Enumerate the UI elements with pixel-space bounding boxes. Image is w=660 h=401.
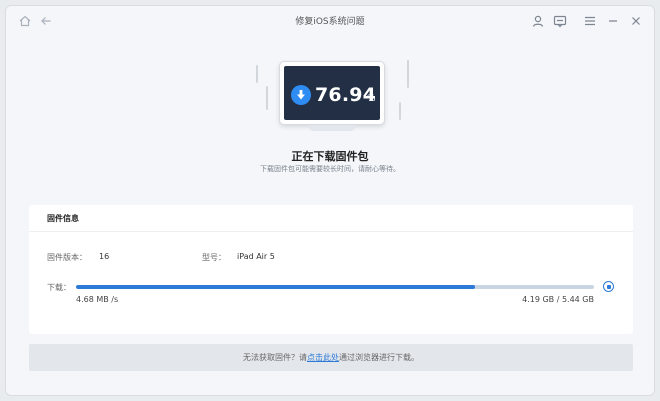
footer-prefix: 无法获取固件？请 bbox=[243, 353, 307, 362]
card-header: 固件信息 bbox=[29, 205, 633, 232]
status-subtitle: 下载固件包可能需要较长时间，请耐心等待。 bbox=[260, 165, 400, 173]
download-progress-track bbox=[76, 285, 594, 289]
stop-icon bbox=[606, 284, 611, 289]
pause-button[interactable] bbox=[603, 281, 614, 292]
title-bar: 修复iOS系统问题 bbox=[6, 6, 654, 36]
progress-monitor: 76.94 % bbox=[279, 61, 385, 131]
close-icon[interactable] bbox=[629, 14, 643, 28]
decorative-line bbox=[256, 65, 258, 83]
browser-download-link[interactable]: 点击此处 bbox=[307, 353, 339, 362]
model-value: iPad Air 5 bbox=[237, 252, 275, 261]
section-title: 固件信息 bbox=[47, 214, 79, 223]
minimize-icon[interactable] bbox=[606, 14, 620, 28]
feedback-icon[interactable] bbox=[553, 14, 567, 28]
footer-suffix: 通过浏览器进行下载。 bbox=[339, 353, 419, 362]
decorative-line bbox=[399, 102, 401, 120]
decorative-line bbox=[266, 86, 268, 110]
decorative-line bbox=[407, 60, 409, 88]
monitor-screen: 76.94 % bbox=[279, 61, 385, 125]
download-icon bbox=[291, 85, 311, 105]
download-size: 4.19 GB / 5.44 GB bbox=[522, 295, 594, 304]
firmware-version-label: 固件版本： bbox=[47, 253, 87, 262]
download-speed: 4.68 MB /s bbox=[76, 295, 119, 304]
status-title: 正在下载固件包 bbox=[291, 150, 369, 163]
user-icon[interactable] bbox=[531, 14, 545, 28]
progress-percent-sign: % bbox=[367, 94, 376, 104]
model-label: 型号： bbox=[202, 253, 226, 262]
download-progress-fill bbox=[76, 285, 475, 289]
app-window: 修复iOS系统问题 76.94 % 正在下载固件包 下载固件包可能需要较长时间，… bbox=[5, 5, 655, 396]
menu-icon[interactable] bbox=[583, 14, 597, 28]
monitor-stand bbox=[309, 125, 355, 131]
firmware-info-card: 固件信息 固件版本： 16 型号： iPad Air 5 下载： 4.68 MB… bbox=[29, 205, 633, 334]
firmware-version-value: 16 bbox=[99, 252, 110, 261]
footer-help: 无法获取固件？请点击此处通过浏览器进行下载。 bbox=[29, 344, 633, 371]
monitor-display: 76.94 % bbox=[284, 66, 380, 120]
download-label: 下载： bbox=[47, 283, 71, 292]
